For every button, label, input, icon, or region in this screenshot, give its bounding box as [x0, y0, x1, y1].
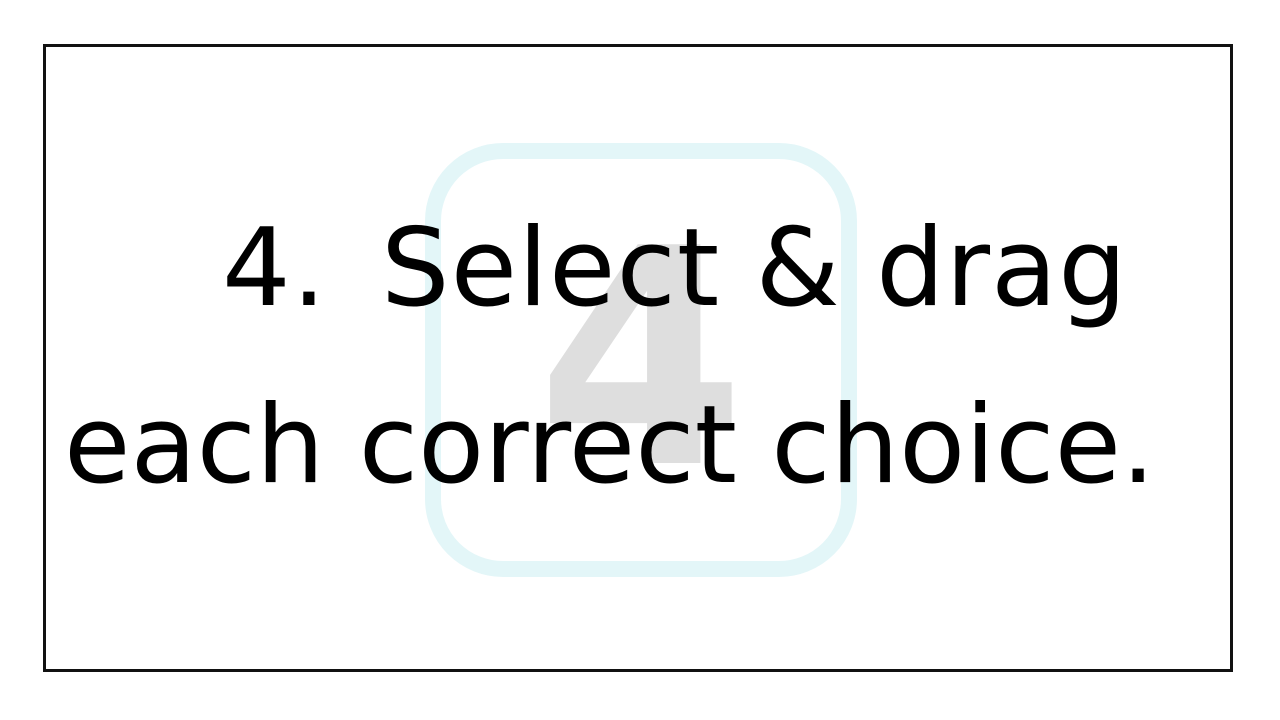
instruction-line-2: each correct choice. [64, 383, 1156, 508]
instruction-line-1-text: Select & drag [381, 206, 1128, 331]
instruction-line-1: 4. Select & drag [222, 215, 1128, 323]
instruction-text: 4. Select & drag each correct choice. [0, 0, 1280, 720]
step-number: 4. [222, 206, 328, 331]
slide-canvas: 4 4. Select & drag each correct choice. [0, 0, 1280, 720]
